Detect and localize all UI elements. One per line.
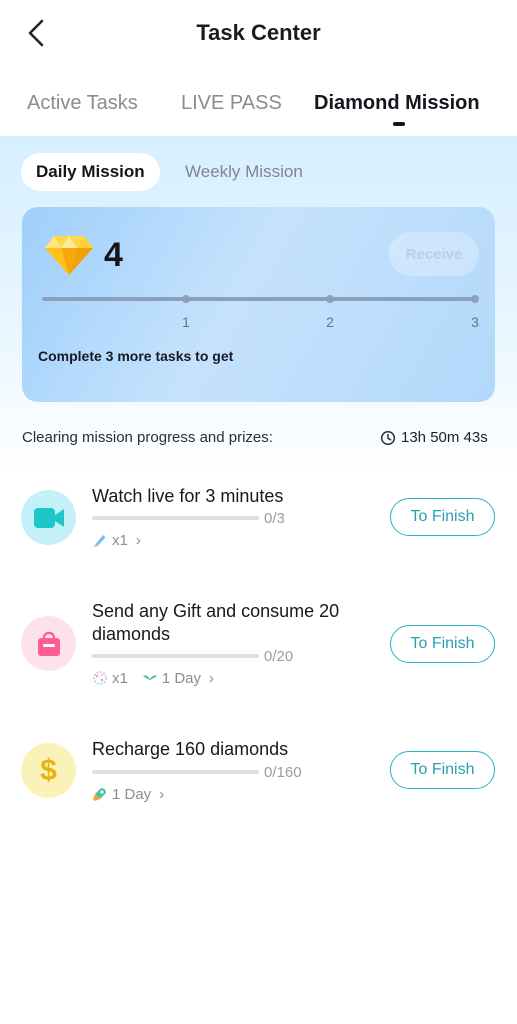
task-item-watch-live: Watch live for 3 minutes 0/3 x1 › To Fin… [0, 480, 517, 580]
milestone-dot [471, 295, 479, 303]
reward-hint: Complete 3 more tasks to get [38, 348, 234, 364]
dollar-coin-icon: $ [21, 743, 76, 798]
task-title: Send any Gift and consume 20 diamonds [92, 601, 340, 644]
milestone-dot [182, 295, 190, 303]
active-tab-indicator [393, 122, 405, 126]
to-finish-button[interactable]: To Finish [390, 625, 495, 663]
video-camera-glyph [33, 507, 64, 528]
tab-daily-mission[interactable]: Daily Mission [21, 153, 160, 191]
receive-button[interactable]: Receive [389, 232, 479, 276]
reward-card: 4 Receive 1 2 3 Complete 3 more tasks to… [22, 207, 495, 402]
marker-pen-icon [94, 535, 106, 547]
reward-text: 1 Day [161, 669, 202, 687]
chevron-right-icon: › [159, 785, 165, 803]
tab-live-pass[interactable]: LIVE PASS [181, 92, 282, 115]
task-title: Recharge 160 diamonds [92, 739, 289, 759]
mission-area: Daily Mission Weekly Mission 4 Receive 1… [0, 136, 517, 476]
task-progress-bar [92, 516, 259, 520]
task-item-recharge: $ Recharge 160 diamonds 0/160 1 Day › To… [0, 735, 517, 835]
to-finish-button[interactable]: To Finish [390, 751, 495, 789]
task-rewards[interactable]: 1 Day › [92, 784, 164, 804]
task-progress-count: 0/3 [264, 510, 285, 527]
countdown-timer: 13h 50m 43s [401, 429, 488, 446]
clearing-label: Clearing mission progress and prizes: [22, 429, 273, 446]
rocket-icon [93, 788, 106, 801]
milestone-label: 2 [326, 314, 334, 330]
clearing-info: Clearing mission progress and prizes: 13… [0, 428, 517, 448]
milestone-dot [326, 295, 334, 303]
chevron-right-icon: › [209, 669, 215, 687]
task-rewards[interactable]: x1 1 Day › [92, 668, 214, 688]
chevron-right-icon: › [135, 531, 141, 549]
gift-bag-glyph [37, 631, 60, 656]
tab-weekly-mission[interactable]: Weekly Mission [170, 153, 318, 191]
mission-progress-track [42, 297, 476, 301]
wings-icon [142, 675, 157, 680]
task-rewards[interactable]: x1 › [92, 530, 141, 550]
task-progress-count: 0/160 [264, 764, 302, 781]
task-title: Watch live for 3 minutes [92, 486, 284, 506]
tab-active-tasks[interactable]: Active Tasks [27, 92, 138, 115]
page-title: Task Center [196, 20, 321, 45]
tab-diamond-mission[interactable]: Diamond Mission [314, 92, 480, 115]
task-progress-count: 0/20 [264, 648, 294, 665]
to-finish-button[interactable]: To Finish [390, 498, 495, 536]
video-camera-icon [21, 490, 76, 545]
milestone-label: 3 [471, 314, 479, 330]
top-tab-bar: Active Tasks LIVE PASS Diamond Mission [0, 80, 517, 136]
sparkle-badge-icon [93, 671, 107, 685]
reward-text: x1 [112, 669, 128, 687]
task-progress-bar [92, 770, 259, 774]
reward-text: x1 [112, 531, 128, 549]
gift-bag-icon [21, 616, 76, 671]
task-item-send-gift: Send any Gift and consume 20 diamonds 0/… [0, 598, 517, 698]
diamond-count: 4 [104, 236, 123, 274]
task-progress-bar [92, 654, 259, 658]
clock-icon [380, 430, 396, 446]
reward-text: 1 Day [112, 785, 152, 803]
header: Task Center [0, 0, 517, 68]
milestone-label: 1 [182, 314, 190, 330]
dollar-sign-glyph: $ [40, 753, 57, 787]
diamond-gem-icon [45, 236, 93, 275]
